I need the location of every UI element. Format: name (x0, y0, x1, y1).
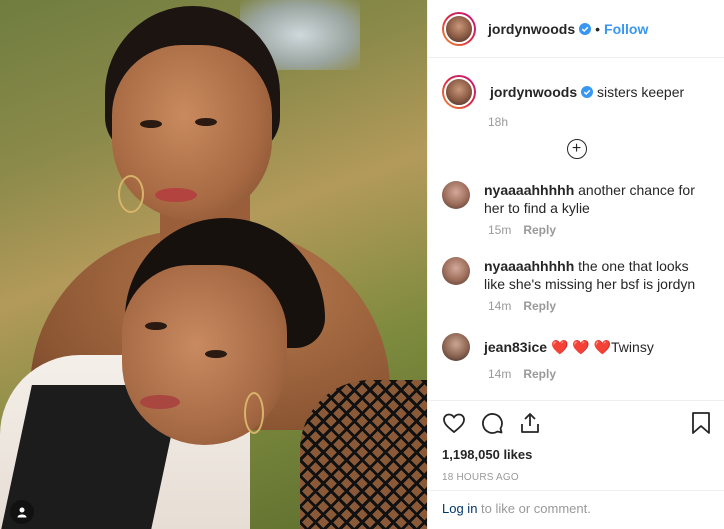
comment-row: jean83ice ❤️ ❤️ ❤️Twinsy (442, 333, 711, 361)
tag-people-icon[interactable] (10, 500, 34, 524)
verified-badge-icon (581, 86, 594, 98)
caption-avatar[interactable] (442, 75, 476, 109)
author-username[interactable]: jordynwoods (488, 21, 575, 37)
likes-count[interactable]: 1,198,050 likes (442, 447, 711, 462)
post-sidebar: jordynwoods • Follow jordynwoods sisters… (427, 0, 724, 529)
commenter-avatar[interactable] (442, 333, 470, 361)
photo-mesh-top (300, 380, 427, 529)
caption-username[interactable]: jordynwoods (490, 84, 577, 100)
heart-icon[interactable] (442, 411, 466, 435)
comment-meta: 15m Reply (488, 223, 711, 237)
bookmark-icon[interactable] (691, 411, 711, 435)
caption-text: sisters keeper (597, 84, 685, 100)
login-link[interactable]: Log in (442, 501, 477, 516)
share-icon[interactable] (518, 411, 542, 435)
comment-time[interactable]: 14m (488, 367, 511, 381)
photo-eye (140, 120, 162, 128)
comment-icon[interactable] (480, 411, 504, 435)
comment-text: ❤️ ❤️ ❤️Twinsy (550, 339, 654, 355)
load-more-comments-icon[interactable]: + (566, 139, 587, 159)
action-icons (442, 409, 711, 437)
author-avatar[interactable] (442, 11, 476, 46)
post-header: jordynwoods • Follow (428, 0, 724, 58)
comment-row: nyaaaahhhhh the one that looks like she'… (442, 257, 711, 293)
comment-username[interactable]: jean83ice (484, 339, 547, 355)
login-prompt: Log in to like or comment. (428, 490, 724, 526)
comment-username[interactable]: nyaaaahhhhh (484, 182, 574, 198)
comment-time[interactable]: 15m (488, 223, 511, 237)
photo-lips (140, 395, 180, 409)
comments-list: jordynwoods sisters keeper 18h + nyaaaah… (428, 59, 724, 399)
commenter-avatar[interactable] (442, 181, 470, 209)
login-prompt-text: to like or comment. (477, 501, 591, 516)
post-photo[interactable] (0, 0, 427, 529)
photo-eye (195, 118, 217, 126)
post-timestamp: 18 HOURS AGO (442, 472, 519, 483)
comment-meta: 14m Reply (488, 299, 711, 313)
photo-eye (145, 322, 167, 330)
photo-earring (244, 392, 264, 434)
caption-time: 18h (488, 115, 509, 129)
commenter-avatar[interactable] (442, 257, 470, 285)
photo-lips (155, 188, 197, 202)
caption-meta: 18h (488, 115, 711, 129)
post-actions: 1,198,050 likes 18 HOURS AGO (428, 400, 724, 483)
reply-button[interactable]: Reply (523, 367, 556, 381)
photo-eye (205, 350, 227, 358)
comment-time[interactable]: 14m (488, 299, 511, 313)
verified-badge-icon (579, 22, 592, 35)
comment-row: nyaaaahhhhh another chance for her to fi… (442, 181, 711, 217)
caption: jordynwoods sisters keeper (442, 75, 711, 109)
reply-button[interactable]: Reply (523, 223, 556, 237)
photo-earring (118, 175, 144, 213)
reply-button[interactable]: Reply (523, 299, 556, 313)
comment-meta: 14m Reply (488, 367, 711, 381)
separator-dot: • (595, 20, 601, 37)
follow-button[interactable]: Follow (604, 21, 648, 37)
comment-username[interactable]: nyaaaahhhhh (484, 258, 574, 274)
